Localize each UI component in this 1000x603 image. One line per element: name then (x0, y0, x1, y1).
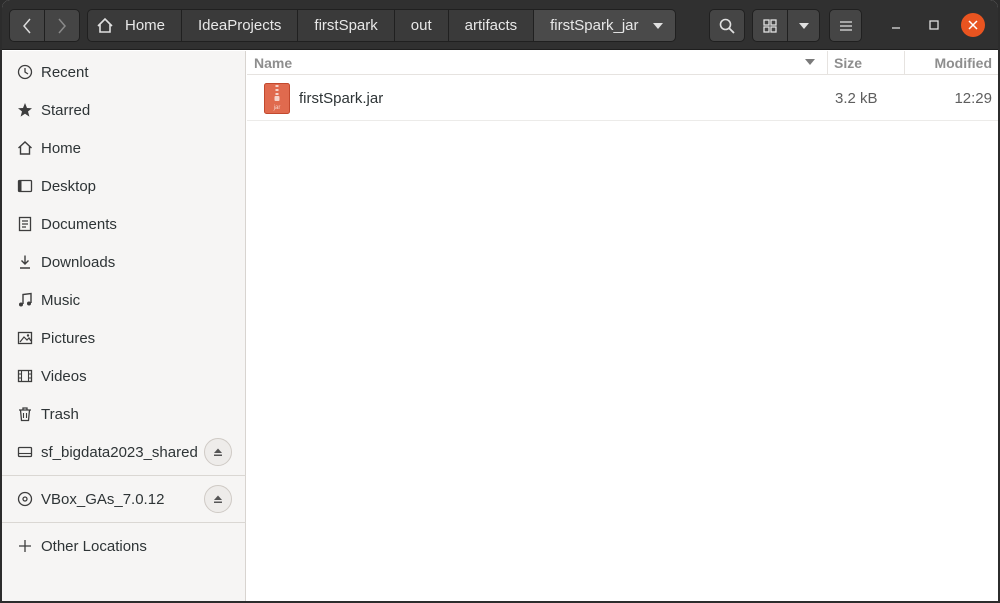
header-bar: Home IdeaProjects firstSpark out artifac… (2, 0, 998, 50)
column-header-size[interactable]: Size (827, 51, 903, 75)
breadcrumb-label: firstSpark (314, 17, 378, 34)
file-size: 3.2 kB (835, 90, 878, 107)
search-button[interactable] (709, 9, 745, 42)
optical-disc-icon (16, 490, 34, 508)
breadcrumb-ideaprojects[interactable]: IdeaProjects (182, 9, 299, 42)
file-list-view: Name Size Modified jar firstSpark.jar 3.… (247, 51, 998, 601)
breadcrumb: Home IdeaProjects firstSpark out artifac… (87, 9, 676, 42)
picture-icon (16, 329, 34, 347)
plus-icon (16, 537, 34, 555)
breadcrumb-home[interactable]: Home (87, 9, 183, 42)
sidebar-item-documents[interactable]: Documents (2, 205, 246, 243)
sidebar-item-label: Pictures (41, 329, 96, 347)
minimize-button[interactable] (884, 13, 908, 37)
breadcrumb-label: IdeaProjects (198, 17, 282, 34)
chevron-right-icon (58, 18, 66, 33)
home-icon (16, 139, 34, 157)
chevron-left-icon (23, 18, 31, 33)
breadcrumb-current[interactable]: firstSpark_jar (534, 9, 676, 42)
forward-button[interactable] (44, 9, 80, 42)
file-manager-window: Home IdeaProjects firstSpark out artifac… (2, 0, 998, 601)
sidebar-item-label: Starred (41, 101, 91, 119)
sidebar-item-label: Videos (41, 367, 87, 385)
sidebar-item-label: Desktop (41, 177, 97, 195)
sidebar-item-downloads[interactable]: Downloads (2, 243, 246, 281)
search-icon (719, 18, 735, 34)
grid-icon (763, 18, 777, 33)
drive-icon (16, 443, 34, 461)
sidebar-item-label: VBox_GAs_7.0.12 (41, 490, 165, 508)
sidebar-item-home[interactable]: Home (2, 129, 246, 167)
back-button[interactable] (9, 9, 45, 42)
hamburger-menu-icon (839, 20, 852, 31)
grid-view-button[interactable] (752, 9, 788, 42)
eject-icon (214, 495, 222, 503)
chevron-down-icon (798, 22, 809, 29)
sort-descending-icon (805, 59, 815, 65)
document-icon (16, 215, 34, 233)
maximize-button[interactable] (922, 13, 946, 37)
archive-icon: jar (264, 83, 290, 114)
column-header-name[interactable]: Name (254, 51, 824, 75)
breadcrumb-label: artifacts (464, 17, 518, 34)
sidebar-item-other-locations[interactable]: Other Locations (2, 527, 246, 565)
sidebar-item-label: Trash (41, 405, 79, 423)
sidebar-separator (2, 522, 246, 523)
sidebar-item-starred[interactable]: Starred (2, 91, 246, 129)
dropdown-arrow-icon (652, 22, 663, 29)
file-row[interactable]: jar firstSpark.jar 3.2 kB 12:29 (247, 76, 998, 121)
breadcrumb-out[interactable]: out (394, 9, 449, 42)
sidebar-separator (2, 475, 246, 476)
eject-button[interactable] (204, 438, 232, 466)
video-icon (16, 367, 34, 385)
eject-button[interactable] (204, 485, 232, 513)
clock-icon (16, 63, 34, 81)
star-icon (16, 101, 34, 119)
sidebar-item-label: Music (41, 291, 81, 309)
breadcrumb-label: out (410, 17, 432, 34)
close-icon (968, 20, 978, 30)
breadcrumb-firstspark[interactable]: firstSpark (298, 9, 395, 42)
file-modified: 12:29 (954, 90, 992, 107)
sidebar-item-recent[interactable]: Recent (2, 53, 246, 91)
music-icon (16, 291, 34, 309)
sidebar-item-trash[interactable]: Trash (2, 395, 246, 433)
sidebar-item-videos[interactable]: Videos (2, 357, 246, 395)
minimize-icon (892, 27, 900, 29)
breadcrumb-artifacts[interactable]: artifacts (448, 9, 535, 42)
desktop-icon (16, 177, 34, 195)
sidebar-item-label: Downloads (41, 253, 116, 271)
sidebar-item-pictures[interactable]: Pictures (2, 319, 246, 357)
file-icon-label: jar (273, 105, 281, 111)
download-icon (16, 253, 34, 271)
sidebar: Recent Starred Home Desktop Documents Do… (2, 51, 246, 601)
sidebar-item-label: Home (41, 139, 82, 157)
sidebar-item-music[interactable]: Music (2, 281, 246, 319)
maximize-icon (929, 20, 939, 30)
main-menu-button[interactable] (829, 9, 862, 42)
close-button[interactable] (961, 13, 985, 37)
view-options-button[interactable] (787, 9, 820, 42)
column-header-row: Name Size Modified (247, 51, 998, 75)
sidebar-item-label: sf_bigdata2023_shared (41, 443, 198, 461)
column-header-modified[interactable]: Modified (904, 51, 998, 75)
sidebar-item-desktop[interactable]: Desktop (2, 167, 246, 205)
breadcrumb-label: Home (125, 17, 166, 34)
trash-icon (16, 405, 34, 423)
home-icon (97, 17, 113, 33)
breadcrumb-label: firstSpark_jar (550, 17, 639, 34)
sidebar-item-label: Recent (41, 63, 89, 81)
file-name: firstSpark.jar (299, 90, 384, 107)
sidebar-item-label: Other Locations (41, 537, 147, 555)
eject-icon (214, 448, 222, 456)
sidebar-item-label: Documents (41, 215, 117, 233)
